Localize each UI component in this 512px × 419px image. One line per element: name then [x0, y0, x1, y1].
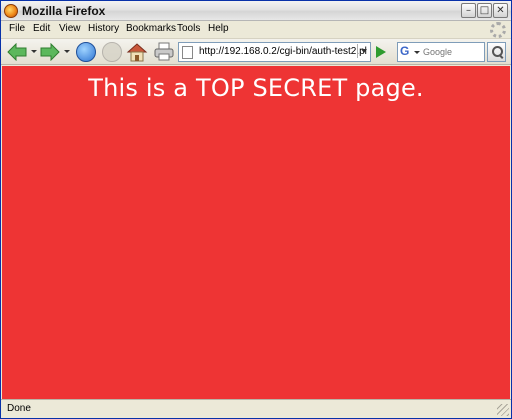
menu-edit[interactable]: Edit: [33, 23, 50, 34]
search-input[interactable]: [421, 42, 485, 62]
window-title: Mozilla Firefox: [22, 4, 106, 18]
menu-history[interactable]: History: [88, 23, 119, 34]
page-content: This is a TOP SECRET page.: [2, 66, 510, 399]
browser-window: Mozilla Firefox – □ ✕ File Edit View His…: [0, 0, 512, 419]
menu-view[interactable]: View: [59, 23, 81, 34]
status-bar: Done: [1, 399, 511, 418]
reload-icon[interactable]: [76, 42, 96, 62]
page-icon: [182, 46, 193, 59]
resize-grip-icon[interactable]: [497, 404, 509, 416]
search-engine-selector[interactable]: G: [397, 42, 421, 62]
firefox-icon: [4, 4, 18, 18]
forward-history-dropdown-icon[interactable]: [64, 50, 70, 53]
go-icon[interactable]: [376, 46, 386, 58]
navigation-toolbar: http://192.168.0.2/cgi-bin/auth-test2.pl…: [1, 39, 511, 65]
menu-file[interactable]: File: [9, 23, 25, 34]
status-text: Done: [7, 403, 31, 414]
stop-icon[interactable]: [102, 42, 122, 62]
back-history-dropdown-icon[interactable]: [31, 50, 37, 53]
url-history-dropdown[interactable]: [357, 44, 369, 58]
url-text[interactable]: http://192.168.0.2/cgi-bin/auth-test2.pl: [199, 46, 367, 57]
menu-help[interactable]: Help: [208, 23, 229, 34]
url-bar[interactable]: http://192.168.0.2/cgi-bin/auth-test2.pl: [178, 42, 371, 62]
menu-tools[interactable]: Tools: [177, 23, 200, 34]
close-button[interactable]: ✕: [493, 3, 508, 18]
search-icon[interactable]: [487, 42, 506, 62]
menu-bookmarks[interactable]: Bookmarks: [126, 23, 176, 34]
search-engine-logo: G: [400, 44, 410, 58]
menu-bar: File Edit View History Bookmarks Tools H…: [1, 21, 511, 39]
maximize-button[interactable]: □: [477, 3, 492, 18]
page-headline: This is a TOP SECRET page.: [88, 74, 424, 102]
back-arrow-icon[interactable]: [7, 43, 27, 61]
title-bar[interactable]: Mozilla Firefox – □ ✕: [1, 1, 511, 21]
throbber-icon: [490, 22, 506, 38]
minimize-button[interactable]: –: [461, 3, 476, 18]
forward-arrow-icon[interactable]: [40, 43, 60, 61]
home-icon[interactable]: [126, 41, 148, 63]
print-icon[interactable]: [153, 42, 175, 62]
